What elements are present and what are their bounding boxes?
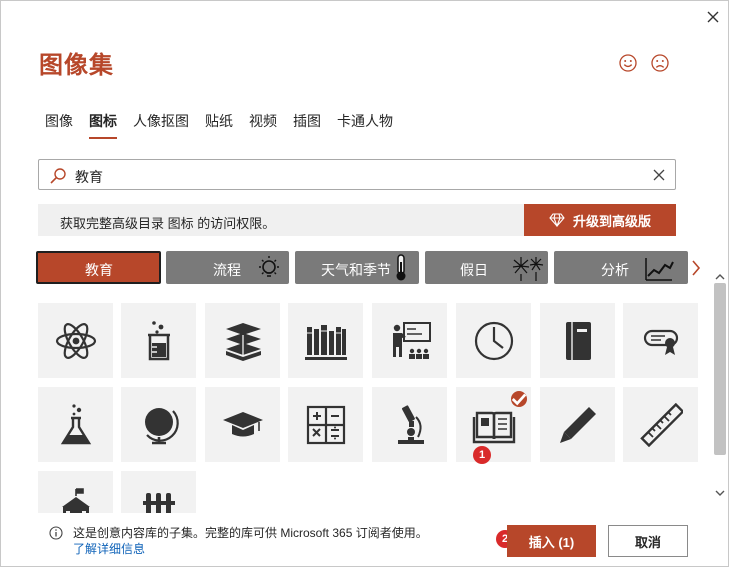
upsell-message: 获取完整高级目录 图标 的访问权限。 <box>60 216 276 231</box>
category-label: 假日 <box>460 262 488 278</box>
bookshelf-icon <box>304 324 347 360</box>
fireworks-icon <box>512 257 544 281</box>
upgrade-label: 升级到高级版 <box>572 213 651 229</box>
category-analytics[interactable]: 分析 <box>554 251 688 284</box>
scroll-up-icon[interactable] <box>714 271 726 283</box>
dialog-title: 图像集 <box>39 52 114 79</box>
tab-videos[interactable]: 视频 <box>249 111 277 139</box>
graduation-cap-icon <box>222 411 263 436</box>
category-label: 流程 <box>213 262 241 278</box>
chevron-right-icon[interactable] <box>687 257 705 279</box>
subscription-note: 这是创意内容库的子集。完整的库可供 Microsoft 365 订阅者使用。 <box>73 526 428 540</box>
icon-tile-notebook[interactable] <box>540 303 615 378</box>
icon-tile-clock[interactable] <box>456 303 531 378</box>
icon-tile-test-tubes[interactable] <box>121 471 196 513</box>
insert-button[interactable]: 插入 (1) <box>507 525 596 557</box>
tab-illustrations[interactable]: 插图 <box>293 111 321 139</box>
tab-images[interactable]: 图像 <box>45 111 73 139</box>
tab-icons[interactable]: 图标 <box>89 111 117 139</box>
scroll-thumb[interactable] <box>714 283 726 455</box>
icon-tile-school[interactable] <box>38 471 113 513</box>
globe-icon <box>144 407 179 444</box>
category-label: 天气和季节 <box>321 262 391 278</box>
search-input[interactable]: 教育 <box>38 159 676 190</box>
icon-tile-atom[interactable] <box>38 303 113 378</box>
icon-tile-globe[interactable] <box>121 387 196 462</box>
upgrade-button[interactable]: 升级到高级版 <box>524 204 676 236</box>
icon-dialog: 图像集 图像 图标 人像抠图 贴纸 视频 插图 卡通人物 教育 获取完整高级目录… <box>0 0 729 567</box>
open-book-icon <box>472 411 515 443</box>
ruler-icon <box>639 402 683 447</box>
step-badge-1: 1 <box>473 446 491 464</box>
frown-feedback-icon[interactable] <box>650 53 670 73</box>
icon-tile-bookshelf[interactable] <box>288 303 363 378</box>
upsell-banner: 获取完整高级目录 图标 的访问权限。 升级到高级版 <box>38 204 676 236</box>
icon-tile-graduation-cap[interactable] <box>205 387 280 462</box>
category-education[interactable]: 教育 <box>36 251 161 284</box>
atom-icon <box>55 322 96 359</box>
icon-tile-pencil[interactable] <box>540 387 615 462</box>
teacher-presentation-icon <box>392 321 431 359</box>
icon-tile-ruler[interactable] <box>623 387 698 462</box>
category-label: 分析 <box>601 262 629 278</box>
line-chart-icon <box>645 258 674 281</box>
tab-stickers[interactable]: 贴纸 <box>205 111 233 139</box>
tab-bar: 图像 图标 人像抠图 贴纸 视频 插图 卡通人物 <box>45 111 409 139</box>
category-label: 教育 <box>85 262 113 278</box>
test-tubes-icon <box>142 492 175 513</box>
icon-tile-open-book[interactable] <box>456 387 531 462</box>
tab-cutout-people[interactable]: 人像抠图 <box>133 111 189 139</box>
category-holidays[interactable]: 假日 <box>425 251 548 284</box>
books-stack-icon <box>225 322 261 361</box>
microscope-icon <box>397 404 424 444</box>
pencil-icon <box>559 406 596 443</box>
footer-info: 这是创意内容库的子集。完整的库可供 Microsoft 365 订阅者使用。 了… <box>49 525 428 557</box>
info-icon <box>49 526 63 540</box>
icon-tile-books-stack[interactable] <box>205 303 280 378</box>
thermometer-icon <box>396 254 406 281</box>
category-weather-seasons[interactable]: 天气和季节 <box>295 251 419 284</box>
search-icon <box>50 168 66 184</box>
school-building-icon <box>61 487 90 513</box>
icon-tile-microscope[interactable] <box>372 387 447 462</box>
beaker-icon <box>147 320 170 360</box>
category-carousel: 教育 流程 天气和季节 假日 分析 <box>36 251 688 285</box>
diamond-icon <box>549 213 565 227</box>
selected-check-icon <box>511 391 527 407</box>
lightbulb-icon <box>259 256 279 277</box>
clock-icon <box>474 321 513 360</box>
learn-more-link[interactable]: 了解详细信息 <box>73 541 428 557</box>
close-icon <box>707 11 719 23</box>
icon-tile-teacher[interactable] <box>372 303 447 378</box>
icon-tile-diploma[interactable] <box>623 303 698 378</box>
icon-tile-calculator[interactable] <box>288 387 363 462</box>
flask-icon <box>60 403 91 444</box>
icon-tile-flask[interactable] <box>38 387 113 462</box>
category-process[interactable]: 流程 <box>166 251 289 284</box>
scroll-down-icon[interactable] <box>714 487 726 499</box>
cancel-button[interactable]: 取消 <box>608 525 688 557</box>
smile-feedback-icon[interactable] <box>618 53 638 73</box>
search-value: 教育 <box>75 169 103 185</box>
notebook-icon <box>565 321 591 360</box>
grid-scrollbar[interactable] <box>712 251 728 513</box>
icon-grid <box>38 303 708 513</box>
calculator-icon <box>306 405 345 444</box>
tab-cartoon-people[interactable]: 卡通人物 <box>337 111 393 139</box>
close-button[interactable] <box>703 7 723 27</box>
icon-tile-beaker[interactable] <box>121 303 196 378</box>
clear-search-icon[interactable] <box>651 167 667 183</box>
diploma-icon <box>643 329 678 355</box>
